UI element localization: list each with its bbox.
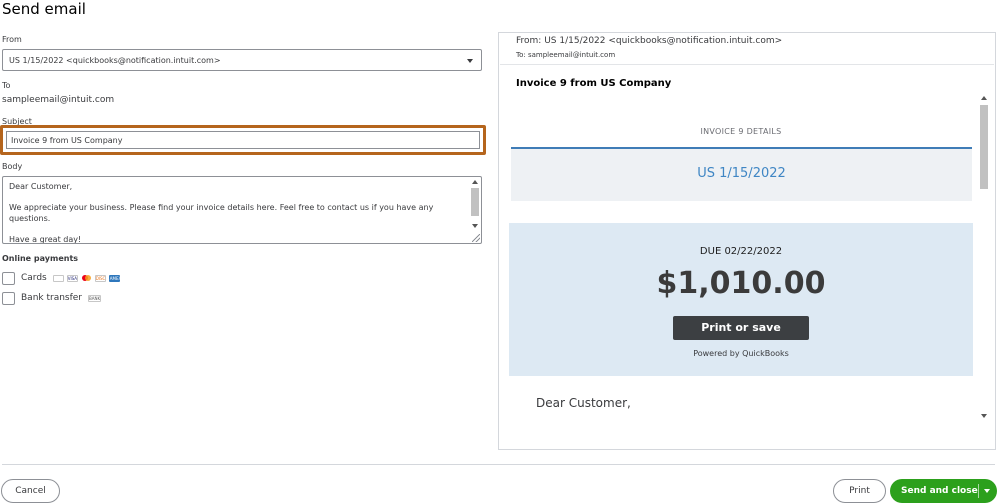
print-button[interactable]: Print — [833, 479, 886, 503]
cards-option[interactable]: Cards VISA DISC AMEX — [2, 271, 122, 285]
mastercard-icon — [80, 274, 92, 282]
from-select[interactable]: US 1/15/2022 <quickbooks@notification.in… — [2, 49, 482, 71]
powered-by-text: Powered by QuickBooks — [693, 349, 789, 358]
to-label: To — [2, 81, 11, 90]
preview-greeting: Dear Customer, — [536, 396, 631, 410]
email-preview-panel: From: US 1/15/2022 <quickbooks@notificat… — [498, 32, 996, 450]
body-scrollbar[interactable] — [470, 178, 480, 242]
chevron-down-icon[interactable] — [984, 489, 990, 493]
online-payments-label: Online payments — [2, 254, 79, 263]
invoice-date: US 1/15/2022 — [697, 166, 786, 181]
visa-icon: VISA — [66, 274, 78, 282]
from-select-value: US 1/15/2022 <quickbooks@notification.in… — [9, 56, 221, 65]
cards-checkbox[interactable] — [2, 271, 15, 285]
discover-icon: DISC — [94, 274, 106, 282]
scroll-down-icon[interactable] — [472, 224, 478, 228]
apple-pay-icon — [52, 274, 64, 282]
scroll-down-icon[interactable] — [981, 414, 987, 418]
subject-input[interactable] — [6, 131, 480, 149]
from-label: From — [2, 35, 22, 44]
amount-due: $1,010.00 — [656, 266, 826, 301]
scroll-up-icon[interactable] — [472, 180, 478, 184]
resize-grip-icon[interactable] — [472, 234, 480, 242]
preview-scrollbar[interactable] — [978, 93, 990, 421]
bank-transfer-label: Bank transfer — [21, 293, 83, 303]
preview-subject: Invoice 9 from US Company — [516, 78, 672, 89]
invoice-payment-box: DUE 02/22/2022 $1,010.00 Print or save P… — [509, 223, 973, 376]
body-label: Body — [2, 162, 23, 171]
cards-label: Cards — [21, 273, 47, 283]
subject-field-focus-ring — [0, 125, 486, 155]
bank-icon: BANK — [88, 294, 102, 302]
invoice-date-box: US 1/15/2022 — [511, 149, 972, 201]
footer-divider — [2, 464, 995, 465]
send-and-close-button[interactable]: Send and close — [890, 479, 997, 503]
scroll-up-icon[interactable] — [981, 96, 987, 100]
bank-transfer-option[interactable]: Bank transfer BANK — [2, 291, 102, 305]
send-and-close-label: Send and close — [901, 486, 978, 496]
cancel-button[interactable]: Cancel — [1, 479, 60, 503]
amex-icon: AMEX — [108, 274, 122, 282]
split-divider — [978, 484, 979, 498]
scroll-thumb[interactable] — [471, 188, 479, 216]
due-date: DUE 02/22/2022 — [699, 246, 783, 257]
invoice-details-heading: INVOICE 9 DETAILS — [700, 127, 782, 136]
preview-body: INVOICE 9 DETAILS US 1/15/2022 DUE 02/22… — [509, 93, 992, 421]
print-or-save-button[interactable]: Print or save — [673, 316, 809, 340]
body-textarea[interactable]: Dear Customer, We appreciate your busine… — [2, 176, 482, 244]
scroll-thumb[interactable] — [980, 105, 988, 189]
preview-to: To: sampleemail@intuit.com — [516, 51, 616, 59]
body-line: Have a great day! — [9, 234, 82, 244]
body-line: Dear Customer, — [9, 182, 73, 191]
preview-divider — [500, 64, 994, 65]
preview-from: From: US 1/15/2022 <quickbooks@notificat… — [516, 36, 783, 46]
bank-transfer-checkbox[interactable] — [2, 291, 15, 305]
to-value[interactable]: sampleemail@intuit.com — [2, 95, 114, 105]
dialog-title: Send email — [2, 0, 86, 18]
body-line: We appreciate your business. Please find… — [9, 203, 434, 223]
chevron-down-icon[interactable] — [467, 59, 473, 63]
